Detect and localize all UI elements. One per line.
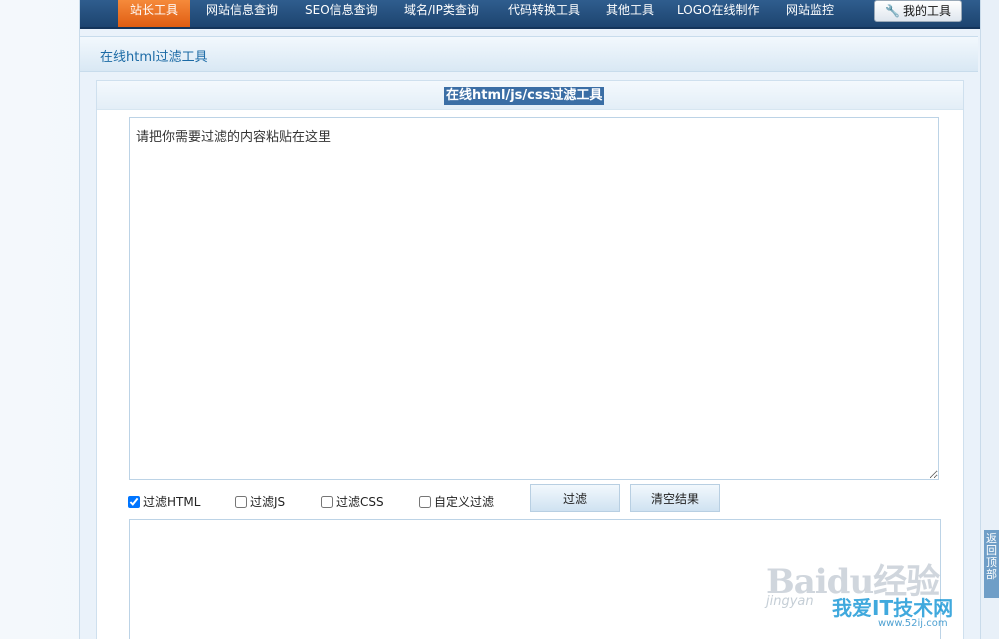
filter-html-checkbox[interactable]: [128, 495, 140, 508]
top-nav: 站长工具 网站信息查询 SEO信息查询 域名/IP类查询 代码转换工具 其他工具…: [80, 0, 980, 29]
page-subheader: 在线html过滤工具: [80, 36, 978, 72]
filter-js-checkbox[interactable]: [235, 495, 247, 508]
custom-filter-option[interactable]: 自定义过滤: [419, 493, 494, 510]
output-textarea[interactable]: [129, 519, 941, 639]
nav-item-seo-info[interactable]: SEO信息查询: [305, 0, 378, 27]
filter-html-option[interactable]: 过滤HTML: [128, 493, 200, 510]
my-tools-button[interactable]: 🔧 我的工具: [874, 0, 962, 22]
filter-js-option[interactable]: 过滤JS: [235, 493, 285, 510]
input-textarea[interactable]: 请把你需要过滤的内容粘贴在这里: [129, 117, 939, 480]
nav-item-site-monitor[interactable]: 网站监控: [786, 0, 834, 27]
back-to-top-button[interactable]: 返回顶部: [984, 530, 999, 598]
filter-panel: 在线html/js/css过滤工具 请把你需要过滤的内容粘贴在这里 过滤HTML…: [96, 80, 964, 639]
filter-html-label: 过滤HTML: [143, 495, 201, 509]
wrench-icon: 🔧: [885, 4, 900, 18]
filter-css-checkbox[interactable]: [321, 495, 333, 508]
filter-css-label: 过滤CSS: [336, 495, 384, 509]
nav-item-code-convert[interactable]: 代码转换工具: [508, 0, 580, 27]
custom-filter-label: 自定义过滤: [434, 495, 495, 509]
filter-css-option[interactable]: 过滤CSS: [321, 493, 384, 510]
nav-item-domain-ip[interactable]: 域名/IP类查询: [404, 0, 479, 27]
page-title: 在线html过滤工具: [100, 50, 208, 65]
page-frame: 站长工具 网站信息查询 SEO信息查询 域名/IP类查询 代码转换工具 其他工具…: [79, 0, 981, 639]
nav-item-other-tools[interactable]: 其他工具: [606, 0, 654, 27]
nav-item-site-info[interactable]: 网站信息查询: [206, 0, 278, 27]
panel-header: 在线html/js/css过滤工具: [97, 81, 963, 110]
nav-item-logo-maker[interactable]: LOGO在线制作: [677, 0, 759, 27]
filter-js-label: 过滤JS: [250, 495, 286, 509]
my-tools-label: 我的工具: [902, 4, 951, 18]
custom-filter-checkbox[interactable]: [419, 495, 431, 508]
nav-item-webmaster-tools[interactable]: 站长工具: [118, 0, 191, 27]
panel-title: 在线html/js/css过滤工具: [444, 87, 605, 105]
clear-result-button[interactable]: 清空结果: [630, 484, 720, 512]
filter-button[interactable]: 过滤: [530, 484, 620, 512]
